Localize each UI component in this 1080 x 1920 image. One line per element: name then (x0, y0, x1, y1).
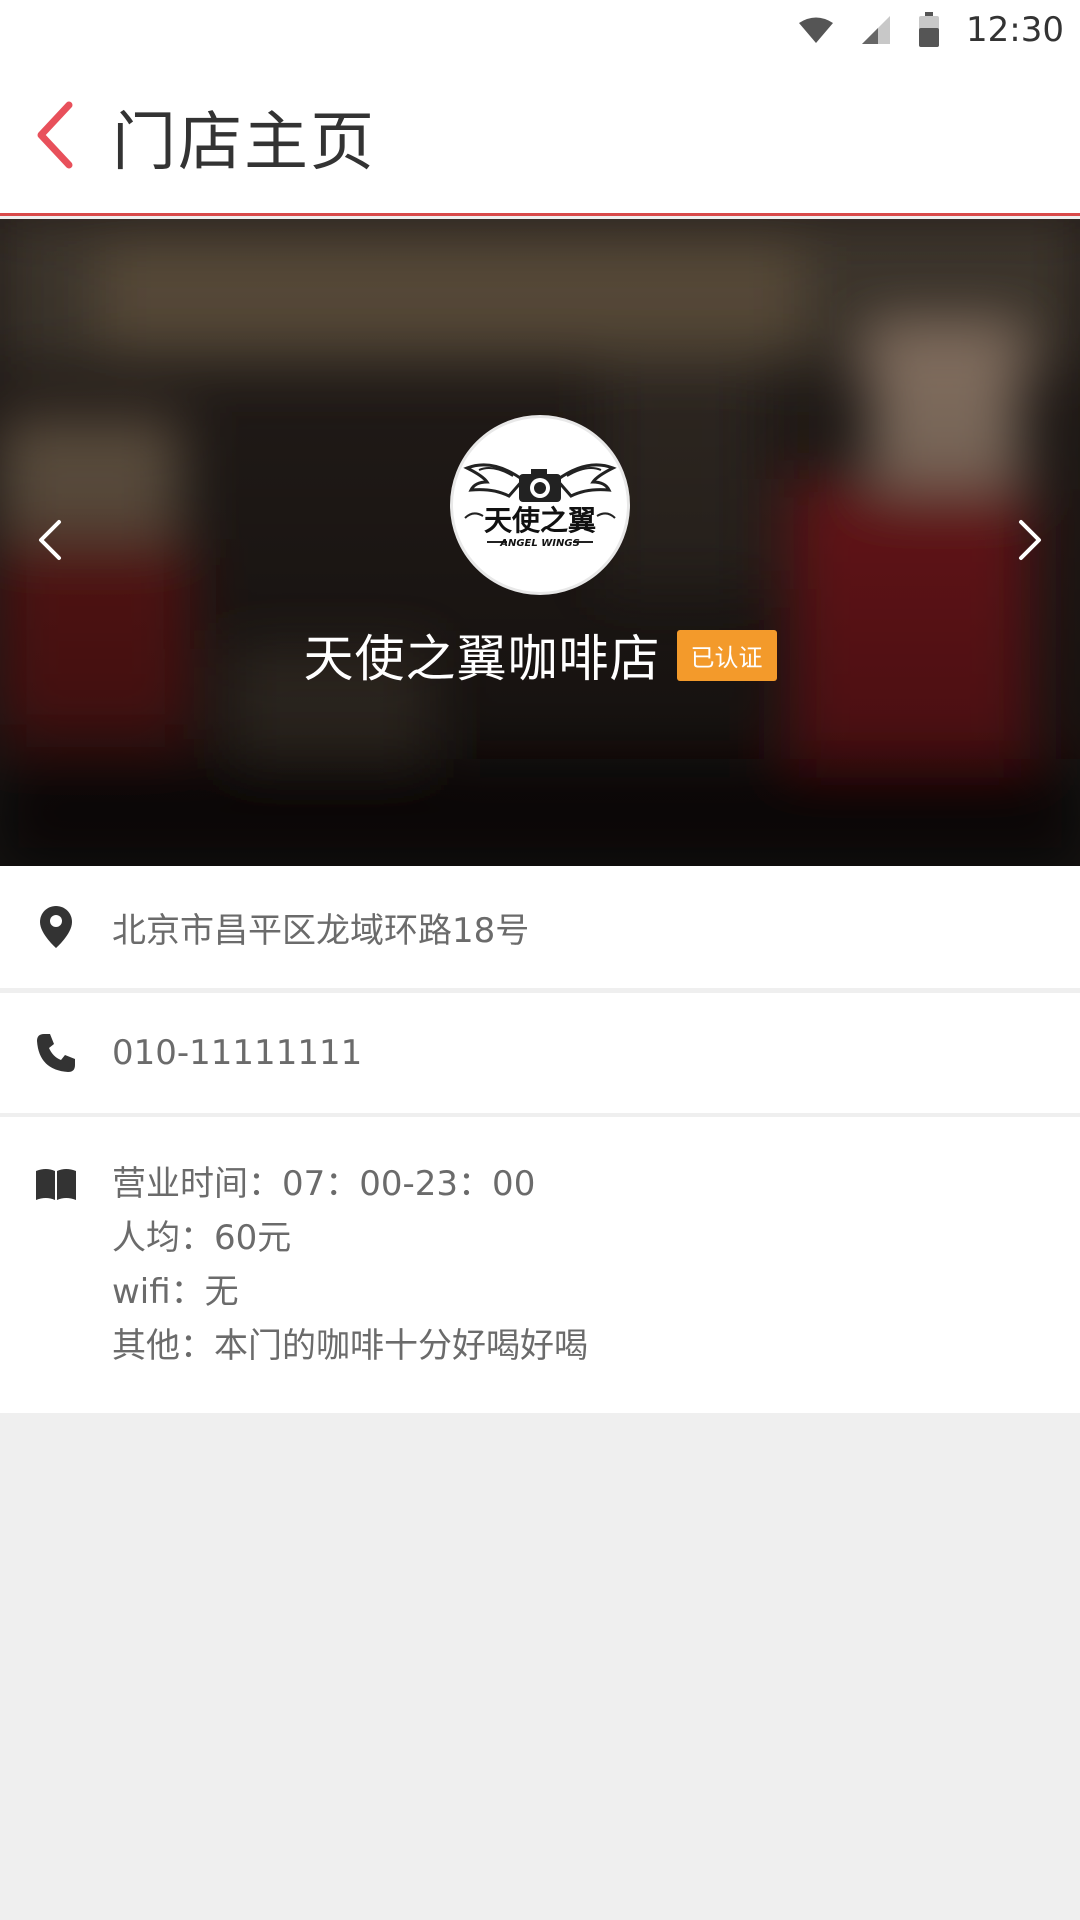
logo-main-text: 天使之翼 (484, 504, 596, 537)
app-header: 门店主页 (0, 60, 1080, 216)
wifi-info: wifi：无 (112, 1272, 239, 1312)
signal-icon (860, 15, 892, 45)
battery-icon (918, 12, 940, 48)
back-button[interactable] (0, 59, 110, 215)
chevron-right-icon (1015, 518, 1045, 566)
average-price: 人均：60元 (112, 1218, 292, 1258)
other-info: 其他：本门的咖啡十分好喝好喝 (112, 1326, 588, 1366)
logo-sub-text: ANGEL WINGS (499, 538, 580, 549)
clock: 12:30 (966, 10, 1064, 50)
store-banner: 天使之翼 ANGEL WINGS 天使之翼咖啡店 已认证 (0, 219, 1080, 866)
verified-badge: 已认证 (676, 629, 777, 681)
chevron-left-icon (33, 99, 77, 175)
phone-row[interactable]: 010-11111111 (0, 993, 1080, 1113)
page-title: 门店主页 (112, 105, 376, 180)
phone-text: 010-11111111 (112, 1033, 363, 1073)
status-bar: 12:30 (0, 0, 1080, 60)
banner-prev-button[interactable] (10, 502, 90, 582)
address-row[interactable]: 北京市昌平区龙域环路18号 (0, 866, 1080, 988)
phone-icon (0, 1032, 112, 1074)
details-list: 营业时间：07：00-23：00 人均：60元 wifi：无 其他：本门的咖啡十… (112, 1157, 588, 1373)
address-text: 北京市昌平区龙域环路18号 (112, 910, 530, 951)
chevron-left-icon (35, 518, 65, 566)
location-pin-icon (0, 905, 112, 949)
book-icon (0, 1157, 112, 1201)
store-name: 天使之翼咖啡店 (303, 630, 661, 688)
store-logo: 天使之翼 ANGEL WINGS (450, 415, 630, 595)
business-hours: 营业时间：07：00-23：00 (112, 1164, 536, 1204)
details-row: 营业时间：07：00-23：00 人均：60元 wifi：无 其他：本门的咖啡十… (0, 1117, 1080, 1413)
store-name-row: 天使之翼咖啡店 已认证 (0, 619, 1080, 691)
wifi-icon (798, 16, 834, 44)
banner-next-button[interactable] (990, 502, 1070, 582)
